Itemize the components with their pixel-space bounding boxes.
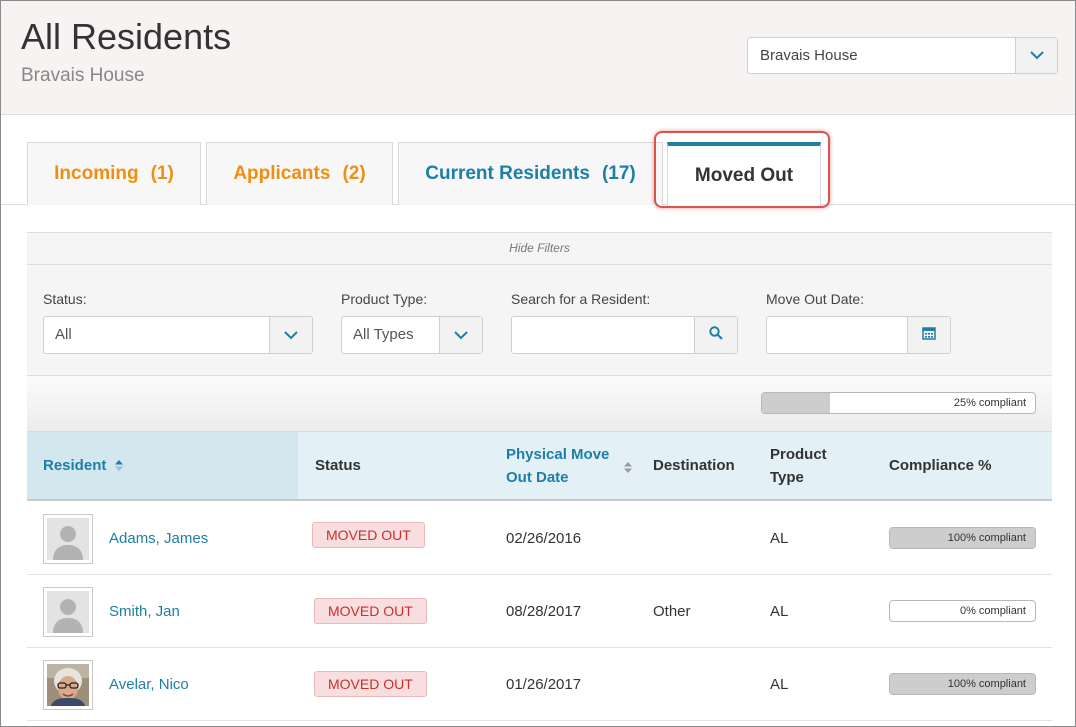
move-out-date: 08/28/2017: [506, 603, 582, 620]
resident-name-link[interactable]: Avelar, Nico: [109, 676, 189, 693]
calendar-button[interactable]: [907, 317, 950, 353]
resident-search-field: [511, 316, 738, 354]
page-subtitle: Bravais House: [21, 65, 145, 86]
compliance-bar-label: 0% compliant: [959, 605, 1026, 617]
product-type-filter-select[interactable]: All Types: [341, 316, 483, 354]
default-avatar-icon: [47, 518, 89, 560]
column-header-label-line2: Type: [770, 469, 804, 486]
row-compliance-bar[interactable]: 0% compliant: [889, 600, 1036, 622]
column-header-status: Status: [315, 457, 361, 474]
destination: Other: [653, 603, 691, 620]
table-header: Resident Status Physical Move Out Date D…: [27, 432, 1052, 501]
tab-count: (17): [601, 163, 636, 184]
sort-icon[interactable]: [624, 460, 632, 478]
page-title: All Residents: [21, 16, 232, 57]
product-type: AL: [770, 603, 789, 620]
move-out-date-field: [766, 316, 951, 354]
community-select-value: Bravais House: [760, 47, 858, 64]
tab-label: Incoming: [54, 163, 139, 184]
row-compliance-bar[interactable]: 100% compliant: [889, 527, 1036, 549]
column-header-destination: Destination: [653, 457, 735, 474]
compliance-bar-label: 25% compliant: [953, 397, 1026, 409]
table-row: Smith, Jan MOVED OUT 08/28/2017 Other AL…: [27, 575, 1052, 648]
search-icon: [709, 325, 723, 345]
page-header: All Residents Bravais House Bravais Hous…: [1, 1, 1075, 115]
tab-moved-out[interactable]: Moved Out: [667, 142, 821, 206]
column-header-resident[interactable]: Resident: [43, 454, 123, 478]
status-filter-select[interactable]: All: [43, 316, 313, 354]
chevron-down-icon[interactable]: [269, 317, 312, 353]
compliance-bar-label: 100% compliant: [947, 532, 1026, 544]
overall-compliance-bar: 25% compliant: [761, 392, 1036, 414]
tab-label: Moved Out: [694, 165, 794, 186]
column-header-label: Resident: [43, 457, 107, 474]
resident-name-link[interactable]: Adams, James: [109, 530, 208, 547]
tab-label: Current Residents: [425, 163, 590, 184]
calendar-icon: [922, 326, 936, 345]
community-select[interactable]: Bravais House: [747, 37, 1058, 74]
tab-current-residents[interactable]: Current Residents (17): [398, 142, 663, 205]
table-row: Avelar, Nico MOVED OUT 01/26/2017 AL 100…: [27, 648, 1052, 721]
tab-applicants[interactable]: Applicants (2): [206, 142, 393, 205]
hide-filters-link[interactable]: Hide Filters: [27, 233, 1052, 265]
resident-search-input[interactable]: [512, 317, 694, 353]
tab-bar: Incoming (1) Applicants (2) Current Reside…: [1, 115, 1075, 206]
sort-asc-icon: [114, 455, 123, 478]
avatar: [43, 587, 93, 637]
compliance-bar-label: 100% compliant: [947, 678, 1026, 690]
column-header-move-out-date[interactable]: Physical Move Out Date: [506, 443, 609, 489]
product-type: AL: [770, 676, 789, 693]
move-out-date: 02/26/2016: [506, 530, 582, 547]
product-type-filter-value: All Types: [353, 326, 414, 343]
filters-panel: Hide Filters Status: All Product Type: A…: [27, 232, 1052, 376]
column-header-compliance: Compliance %: [889, 457, 992, 474]
column-header-product-type: Product Type: [770, 443, 827, 489]
compliance-bar-fill: [762, 393, 831, 413]
column-header-label-line2: Out Date: [506, 469, 569, 486]
status-badge: MOVED OUT: [314, 671, 427, 697]
tab-incoming[interactable]: Incoming (1): [27, 142, 201, 205]
table-row: Adams, James MOVED OUT 02/26/2016 AL 100…: [27, 502, 1052, 575]
move-out-date-input[interactable]: [767, 317, 907, 353]
product-type: AL: [770, 530, 789, 547]
status-badge: MOVED OUT: [312, 522, 425, 548]
search-button[interactable]: [694, 317, 737, 353]
app-window: All Residents Bravais House Bravais Hous…: [0, 0, 1076, 727]
default-avatar-icon: [47, 591, 89, 633]
tab-count: (2): [342, 163, 366, 184]
column-header-label-line1: Product: [770, 446, 827, 463]
chevron-down-icon[interactable]: [1015, 38, 1057, 73]
avatar: [43, 660, 93, 710]
tab-count: (1): [150, 163, 174, 184]
resident-photo: [47, 664, 89, 706]
column-header-label-line1: Physical Move: [506, 446, 610, 463]
status-badge: MOVED OUT: [314, 598, 427, 624]
resident-name-link[interactable]: Smith, Jan: [109, 603, 180, 620]
status-filter-label: Status:: [43, 291, 87, 307]
status-filter-value: All: [55, 326, 72, 343]
move-out-date: 01/26/2017: [506, 676, 582, 693]
avatar: [43, 514, 93, 564]
move-out-date-label: Move Out Date:: [766, 291, 865, 307]
chevron-down-icon[interactable]: [439, 317, 482, 353]
product-type-filter-label: Product Type:: [341, 291, 428, 307]
tab-label: Applicants: [233, 163, 331, 184]
overall-compliance-row: 25% compliant: [27, 376, 1052, 432]
row-compliance-bar[interactable]: 100% compliant: [889, 673, 1036, 695]
resident-search-label: Search for a Resident:: [511, 291, 651, 307]
